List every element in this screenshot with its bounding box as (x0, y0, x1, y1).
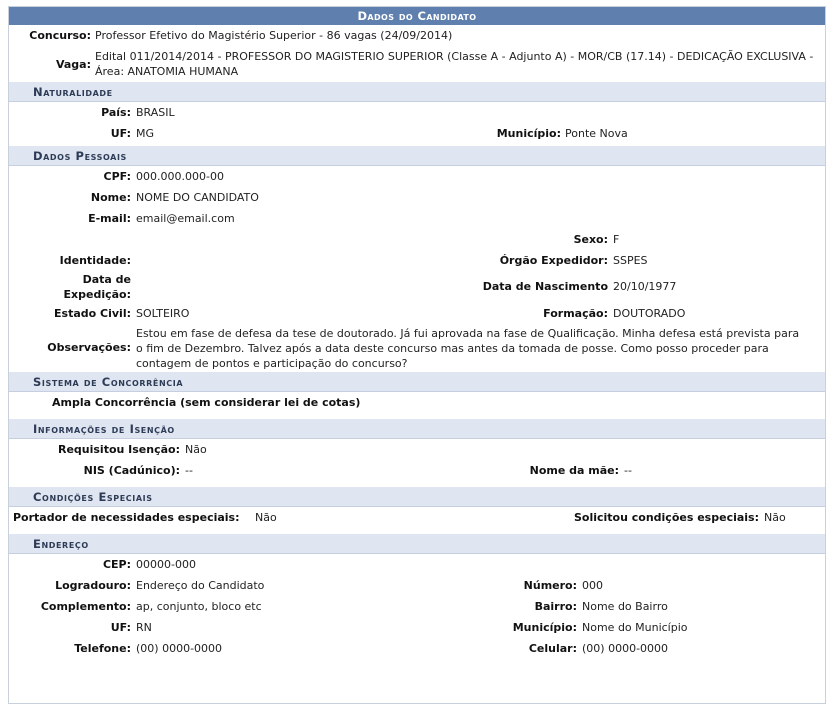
requisitou-isencao-label: Requisitou Isenção: (57, 443, 180, 456)
identidade-row: Identidade: Órgão Expedidor: SSPES (9, 250, 825, 271)
identidade-label: Identidade: (59, 254, 131, 267)
nome-row: Nome: NOME DO CANDIDATO (9, 187, 825, 208)
telefone-value: (00) 0000-0000 (136, 642, 223, 655)
orgao-expedidor-label: Órgão Expedidor: (499, 254, 608, 267)
endereco-uf-value: RN (136, 621, 152, 634)
pais-row: País: BRASIL (9, 102, 825, 123)
formacao-value: DOUTORADO (613, 307, 686, 320)
formacao-label: Formação: (543, 307, 608, 320)
pais-value: BRASIL (136, 106, 175, 119)
nome-mae-label: Nome da mãe: (529, 464, 619, 477)
concorrencia-value: Ampla Concorrência (sem considerar lei d… (52, 396, 361, 409)
nis-row: NIS (Cadúnico): -- Nome da mãe: -- (9, 460, 825, 481)
panel-title: Dados do Candidato (9, 7, 825, 25)
logradouro-row: Logradouro: Endereço do Candidato Número… (9, 575, 825, 596)
uf-value: MG (136, 127, 155, 140)
section-isencao: Informações de Isenção (9, 419, 825, 439)
observacoes-label: Observações: (47, 341, 131, 354)
numero-value: 000 (582, 579, 603, 592)
concurso-label: Concurso: (29, 29, 91, 42)
portador-value: Não (255, 511, 277, 524)
celular-value: (00) 0000-0000 (582, 642, 669, 655)
uf-label: UF: (110, 127, 131, 140)
vaga-row: Vaga: Edital 011/2014/2014 - PROFESSOR D… (9, 46, 825, 82)
email-label: E-mail: (88, 212, 131, 225)
logradouro-value: Endereço do Candidato (136, 579, 265, 592)
data-expedicao-label: Data de Expedição: (63, 273, 132, 301)
complemento-label: Complemento: (40, 600, 131, 613)
complemento-value: ap, conjunto, bloco etc (136, 600, 262, 613)
solicitou-label: Solicitou condições especiais: (573, 511, 759, 524)
sexo-value: F (613, 233, 620, 246)
naturalidade-uf-row: UF: MG Município: Ponte Nova (9, 123, 825, 144)
requisitou-row: Requisitou Isenção: Não (9, 439, 825, 460)
concurso-row: Concurso: Professor Efetivo do Magistéri… (9, 25, 825, 46)
email-row: E-mail: email@email.com (9, 208, 825, 229)
observacoes-row: Observações: Estou em fase de defesa da … (9, 324, 825, 372)
cep-row: CEP: 00000-000 (9, 554, 825, 575)
sexo-row: Sexo: F (9, 229, 825, 250)
municipio-value: Ponte Nova (565, 127, 628, 140)
requisitou-isencao-value: Não (185, 443, 207, 456)
concorrencia-row: Ampla Concorrência (sem considerar lei d… (9, 392, 825, 413)
pais-label: País: (101, 106, 131, 119)
telefone-label: Telefone: (74, 642, 131, 655)
section-endereco: Endereço (9, 534, 825, 554)
estado-civil-label: Estado Civil: (54, 307, 131, 320)
data-nascimento-label: Data de Nascimento (482, 280, 608, 293)
concurso-value: Professor Efetivo do Magistério Superior… (95, 29, 453, 42)
nis-label: NIS (Cadúnico): (83, 464, 180, 477)
email-value: email@email.com (136, 212, 235, 225)
cpf-label: CPF: (103, 170, 131, 183)
endereco-municipio-value: Nome do Município (582, 621, 688, 634)
cpf-row: CPF: 000.000.000-00 (9, 166, 825, 187)
endereco-uf-row: UF: RN Município: Nome do Município (9, 617, 825, 638)
cep-value: 00000-000 (136, 558, 196, 571)
nome-label: Nome: (90, 191, 131, 204)
candidate-data-panel: Dados do Candidato Concurso: Professor E… (8, 6, 826, 704)
bairro-label: Bairro: (534, 600, 577, 613)
celular-label: Celular: (528, 642, 577, 655)
telefone-row: Telefone: (00) 0000-0000 Celular: (00) 0… (9, 638, 825, 659)
endereco-municipio-label: Município: (512, 621, 577, 634)
section-dados-pessoais: Dados Pessoais (9, 146, 825, 166)
endereco-uf-label: UF: (110, 621, 131, 634)
sexo-label: Sexo: (573, 233, 608, 246)
section-condicoes-especiais: Condições Especiais (9, 487, 825, 507)
nome-mae-value: -- (624, 464, 632, 477)
solicitou-value: Não (764, 511, 786, 524)
complemento-row: Complemento: ap, conjunto, bloco etc Bai… (9, 596, 825, 617)
orgao-expedidor-value: SSPES (613, 254, 648, 267)
especiais-row: Portador de necessidades especiais: Não … (9, 507, 825, 528)
cpf-value: 000.000.000-00 (136, 170, 224, 183)
municipio-label: Município: (496, 127, 561, 140)
vaga-label: Vaga: (55, 58, 91, 71)
expedicao-row: Data de Expedição: Data de Nascimento 20… (9, 271, 825, 303)
observacoes-value: Estou em fase de defesa da tese de douto… (136, 327, 800, 370)
cep-label: CEP: (102, 558, 131, 571)
estado-civil-value: SOLTEIRO (136, 307, 190, 320)
logradouro-label: Logradouro: (55, 579, 131, 592)
nis-value: -- (185, 464, 193, 477)
vaga-value: Edital 011/2014/2014 - PROFESSOR DO MAGI… (95, 50, 814, 78)
section-sistema-concorrencia: Sistema de Concorrência (9, 372, 825, 392)
nome-value: NOME DO CANDIDATO (136, 191, 259, 204)
section-naturalidade: Naturalidade (9, 82, 825, 102)
bairro-value: Nome do Bairro (582, 600, 668, 613)
data-nascimento-value: 20/10/1977 (613, 280, 677, 293)
portador-label: Portador de necessidades especiais: (13, 511, 240, 524)
numero-label: Número: (523, 579, 577, 592)
estado-civil-row: Estado Civil: SOLTEIRO Formação: DOUTORA… (9, 303, 825, 324)
